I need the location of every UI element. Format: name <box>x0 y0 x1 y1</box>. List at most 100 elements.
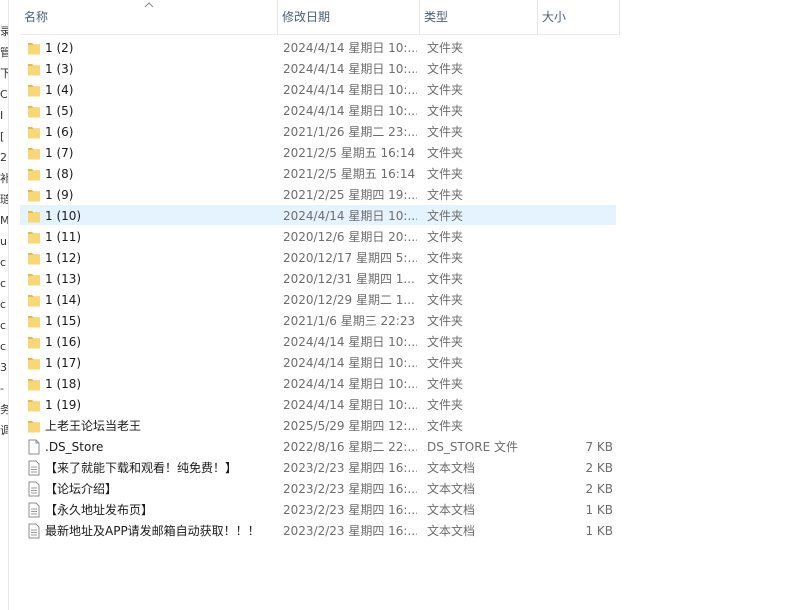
background-window-fragment: [ <box>0 131 5 143</box>
background-window-fragment: 管 <box>0 47 8 59</box>
file-size <box>541 59 613 79</box>
file-name: 【永久地址发布页】 <box>45 503 154 517</box>
file-size <box>541 248 613 268</box>
table-row[interactable]: 1 (12) 2020/12/17 星期四 5:... 文件夹 <box>20 247 616 267</box>
file-modified-date: 2020/12/17 星期四 5:... <box>283 251 417 265</box>
folder-icon <box>27 103 41 119</box>
text-file-icon <box>27 460 41 476</box>
folder-icon <box>27 376 41 392</box>
file-name: 1 (4) <box>45 83 74 97</box>
file-type: 文件夹 <box>427 251 464 265</box>
file-modified-date: 2021/2/25 星期四 19:... <box>283 188 417 202</box>
file-modified-date: 2024/4/14 星期日 10:... <box>283 41 417 55</box>
table-row[interactable]: 1 (2) 2024/4/14 星期日 10:... 文件夹 <box>20 37 616 57</box>
file-type: 文件夹 <box>427 125 464 139</box>
table-row[interactable]: 1 (3) 2024/4/14 星期日 10:... 文件夹 <box>20 58 616 78</box>
background-window-fragment: 录 <box>0 26 8 38</box>
column-header-size[interactable]: 大小 <box>538 0 620 34</box>
background-window-fragment: 2 <box>0 152 7 164</box>
table-row[interactable]: 【永久地址发布页】 2023/2/23 星期四 16:... 文本文档 1 KB <box>20 499 616 519</box>
background-window-fragment: c <box>0 341 7 353</box>
table-row[interactable]: 1 (6) 2021/1/26 星期二 23:... 文件夹 <box>20 121 616 141</box>
column-header-type[interactable]: 类型 <box>420 0 538 34</box>
file-modified-date: 2024/4/14 星期日 10:... <box>283 356 417 370</box>
table-row[interactable]: 1 (4) 2024/4/14 星期日 10:... 文件夹 <box>20 79 616 99</box>
file-modified-date: 2021/2/5 星期五 16:14 <box>283 167 416 181</box>
file-modified-date: 2021/1/26 星期二 23:... <box>283 125 417 139</box>
folder-icon <box>27 250 41 266</box>
folder-icon <box>27 271 41 287</box>
table-row[interactable]: 1 (11) 2020/12/6 星期日 20:... 文件夹 <box>20 226 616 246</box>
file-name: 1 (16) <box>45 335 82 349</box>
folder-icon <box>27 61 41 77</box>
file-type: 文件夹 <box>427 272 464 286</box>
table-row[interactable]: 【来了就能下载和观看！纯免费！】 2023/2/23 星期四 16:... 文本文档… <box>20 457 616 477</box>
background-window-fragment: C <box>0 89 8 101</box>
table-row[interactable]: 1 (10) 2024/4/14 星期日 10:... 文件夹 <box>20 205 616 225</box>
file-name: 1 (9) <box>45 188 74 202</box>
file-size <box>541 416 613 436</box>
column-header-name[interactable]: 名称 <box>20 0 278 34</box>
background-window-fragment: 补 <box>0 173 8 185</box>
file-name: 1 (15) <box>45 314 82 328</box>
table-row[interactable]: 1 (14) 2020/12/29 星期二 1... 文件夹 <box>20 289 616 309</box>
table-row[interactable]: 1 (13) 2020/12/31 星期四 1... 文件夹 <box>20 268 616 288</box>
file-name: 1 (19) <box>45 398 82 412</box>
file-name: 【来了就能下载和观看！纯免费！】 <box>45 461 238 475</box>
file-type: 文件夹 <box>427 293 464 307</box>
file-name: 1 (5) <box>45 104 74 118</box>
table-row[interactable]: 1 (15) 2021/1/6 星期三 22:23 文件夹 <box>20 310 616 330</box>
file-name: 1 (2) <box>45 41 74 55</box>
file-modified-date: 2024/4/14 星期日 10:... <box>283 104 417 118</box>
table-row[interactable]: 1 (7) 2021/2/5 星期五 16:14 文件夹 <box>20 142 616 162</box>
table-row[interactable]: 1 (5) 2024/4/14 星期日 10:... 文件夹 <box>20 100 616 120</box>
file-size <box>541 311 613 331</box>
file-name: 最新地址及APP请发邮箱自动获取！！！ <box>45 524 260 538</box>
table-row[interactable]: .DS_Store 2022/8/16 星期二 22:... DS_STORE 文件… <box>20 436 616 456</box>
table-row[interactable]: 1 (18) 2024/4/14 星期日 10:... 文件夹 <box>20 373 616 393</box>
file-type: 文本文档 <box>427 482 476 496</box>
file-name: 1 (17) <box>45 356 82 370</box>
folder-icon <box>27 355 41 371</box>
file-name: 1 (11) <box>45 230 82 244</box>
file-modified-date: 2020/12/31 星期四 1... <box>283 272 415 286</box>
file-size <box>541 353 613 373</box>
background-window-fragment: c <box>0 257 7 269</box>
file-name: 1 (6) <box>45 125 74 139</box>
table-row[interactable]: 【论坛介绍】 2023/2/23 星期四 16:... 文本文档 2 KB <box>20 478 616 498</box>
file-name: 1 (14) <box>45 293 82 307</box>
table-row[interactable]: 1 (19) 2024/4/14 星期日 10:... 文件夹 <box>20 394 616 414</box>
column-header-name-label: 名称 <box>24 10 49 24</box>
file-type: 文件夹 <box>427 314 464 328</box>
file-icon <box>27 439 41 455</box>
column-header-date[interactable]: 修改日期 <box>278 0 420 34</box>
file-type: 文件夹 <box>427 62 464 76</box>
folder-icon <box>27 145 41 161</box>
file-modified-date: 2024/4/14 星期日 10:... <box>283 398 417 412</box>
table-row[interactable]: 1 (8) 2021/2/5 星期五 16:14 文件夹 <box>20 163 616 183</box>
text-file-icon <box>27 523 41 539</box>
file-type: 文件夹 <box>427 104 464 118</box>
file-type: 文件夹 <box>427 188 464 202</box>
column-header-size-label: 大小 <box>542 10 567 24</box>
text-file-icon <box>27 481 41 497</box>
file-name: 1 (13) <box>45 272 82 286</box>
background-window-fragment: 务 <box>0 404 8 416</box>
file-name: 1 (7) <box>45 146 74 160</box>
table-row[interactable]: 1 (9) 2021/2/25 星期四 19:... 文件夹 <box>20 184 616 204</box>
background-window-fragment: 下 <box>0 68 8 80</box>
file-size <box>541 332 613 352</box>
file-type: 文件夹 <box>427 146 464 160</box>
file-type: DS_STORE 文件 <box>427 440 518 454</box>
file-size: 7 KB <box>585 440 613 454</box>
file-name: .DS_Store <box>45 440 104 454</box>
file-name: 【论坛介绍】 <box>45 482 118 496</box>
table-row[interactable]: 1 (17) 2024/4/14 星期日 10:... 文件夹 <box>20 352 616 372</box>
table-row[interactable]: 上老王论坛当老王 2025/5/29 星期四 12:... 文件夹 <box>20 415 616 435</box>
file-name: 1 (12) <box>45 251 82 265</box>
table-row[interactable]: 1 (16) 2024/4/14 星期日 10:... 文件夹 <box>20 331 616 351</box>
table-row[interactable]: 最新地址及APP请发邮箱自动获取！！！ 2023/2/23 星期四 16:... 文… <box>20 520 616 540</box>
file-modified-date: 2024/4/14 星期日 10:... <box>283 377 417 391</box>
folder-icon <box>27 334 41 350</box>
file-type: 文件夹 <box>427 41 464 55</box>
